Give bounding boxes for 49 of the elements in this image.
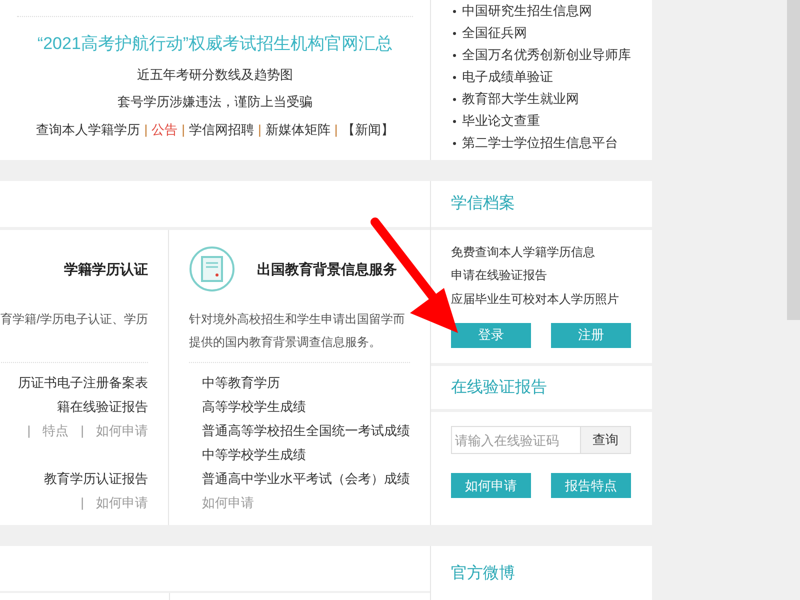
service-link[interactable]: 中等学校学生成绩 (202, 445, 306, 465)
notice-link[interactable]: 套号学历涉嫌违法，谨防上当受骗 (118, 92, 312, 112)
nav-link[interactable]: 学信网招聘 (189, 120, 254, 139)
bullet-icon (453, 120, 456, 122)
scrollbar-thumb[interactable] (787, 0, 800, 320)
site-link[interactable]: 教育部大学生就业网 (462, 89, 579, 109)
service-link[interactable]: 中等教育学历 (202, 373, 280, 393)
service-link[interactable]: 籍在线验证报告 (57, 397, 148, 417)
service-link[interactable]: 普通高中学业水平考试（会考）成绩 (202, 469, 410, 489)
bullet-icon (453, 76, 456, 78)
nav-link[interactable]: 【新闻】 (342, 120, 394, 139)
service-link[interactable]: 历证书电子注册备案表 (18, 373, 148, 393)
section-title: 学信档案 (451, 193, 515, 214)
service-description: 育学籍/学历电子认证、学历 (0, 311, 148, 328)
service-link[interactable]: 教育学历认证报告 (44, 469, 148, 489)
separator-text: | (144, 120, 148, 139)
site-link[interactable]: 毕业论文查重 (462, 111, 540, 131)
search-button[interactable]: 查询 (581, 426, 631, 454)
separator-text: | (80, 422, 84, 440)
separator-text: | (80, 494, 84, 512)
site-link[interactable]: 全国征兵网 (462, 23, 527, 43)
notice-link[interactable]: 近五年考研分数线及趋势图 (137, 64, 293, 84)
section-title: 官方微博 (451, 564, 515, 584)
service-title[interactable]: 出国教育背景信息服务 (257, 258, 397, 280)
archive-info-text: 申请在线验证报告 (451, 267, 548, 284)
site-link[interactable]: 电子成绩单验证 (462, 67, 553, 87)
verification-code-field[interactable]: 请输入在线验证码 (451, 426, 581, 454)
nav-link[interactable]: 新媒体矩阵 (265, 120, 330, 139)
bullet-icon (453, 142, 456, 144)
service-description: 针对境外高校招生和学生申请出国留学而提供的国内教育背景调查信息服务。 (189, 311, 406, 351)
service-link[interactable]: 普通高等学校招生全国统一考试成绩 (202, 421, 410, 441)
bullet-icon (453, 10, 456, 12)
site-link[interactable]: 第二学士学位招生信息平台 (462, 133, 618, 153)
separator-text: | (182, 120, 185, 139)
service-link[interactable]: 高等学校学生成绩 (202, 397, 306, 417)
nav-link[interactable]: 公告 (152, 120, 178, 139)
bullet-icon (453, 98, 456, 100)
site-link[interactable]: 中国研究生招生信息网 (462, 1, 592, 21)
separator-text: | (334, 120, 338, 139)
archive-info-text: 应届毕业生可校对本人学历照片 (451, 290, 620, 308)
section-title: 在线验证报告 (451, 378, 547, 398)
nav-link[interactable]: 查询本人学籍学历 (36, 120, 140, 139)
separator-text: | (258, 120, 262, 139)
bullet-icon (453, 54, 456, 56)
service-title[interactable]: 学籍学历认证 (64, 258, 148, 280)
bullet-icon (453, 32, 456, 34)
archive-info-text: 免费查询本人学籍学历信息 (451, 244, 596, 261)
site-link[interactable]: 全国万名优秀创新创业导师库 (462, 45, 631, 65)
separator-text: | (27, 422, 31, 440)
